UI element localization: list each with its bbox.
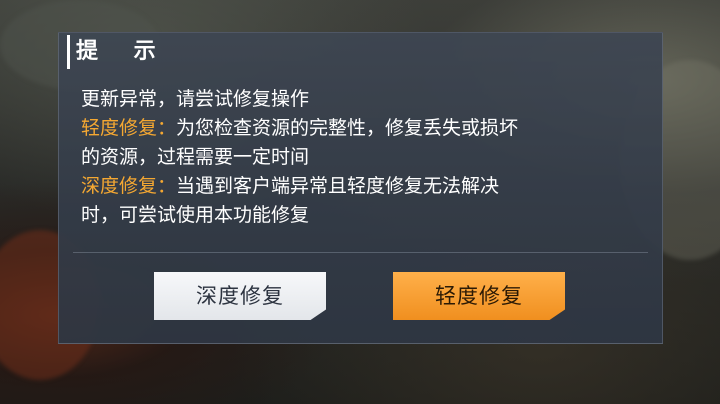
deep-repair-line: 深度修复：当遇到客户端异常且轻度修复无法解决 (81, 172, 651, 201)
deep-repair-desc-2: 时，可尝试使用本功能修复 (81, 204, 310, 226)
dialog-title: 提 示 (67, 35, 170, 69)
dialog-message: 更新异常，请尝试修复操作 轻度修复：为您检查资源的完整性，修复丢失或损坏 的资源… (81, 85, 651, 230)
light-repair-desc-1: 为您检查资源的完整性，修复丢失或损坏 (176, 117, 519, 139)
light-repair-label: 轻度修复： (81, 117, 177, 139)
game-scene-background: 提 示 更新异常，请尝试修复操作 轻度修复：为您检查资源的完整性，修复丢失或损坏… (0, 0, 720, 404)
deep-repair-button[interactable]: 深度修复 (154, 272, 326, 320)
intro-text: 更新异常，请尝试修复操作 (81, 88, 310, 110)
deep-repair-label: 深度修复： (81, 175, 177, 197)
repair-prompt-dialog: 提 示 更新异常，请尝试修复操作 轻度修复：为您检查资源的完整性，修复丢失或损坏… (58, 32, 663, 344)
deep-repair-desc-1: 当遇到客户端异常且轻度修复无法解决 (176, 175, 500, 197)
light-repair-line: 轻度修复：为您检查资源的完整性，修复丢失或损坏 (81, 114, 651, 143)
dialog-divider (73, 252, 648, 253)
light-repair-button[interactable]: 轻度修复 (393, 272, 565, 320)
light-repair-desc-2: 的资源，过程需要一定时间 (81, 146, 310, 168)
